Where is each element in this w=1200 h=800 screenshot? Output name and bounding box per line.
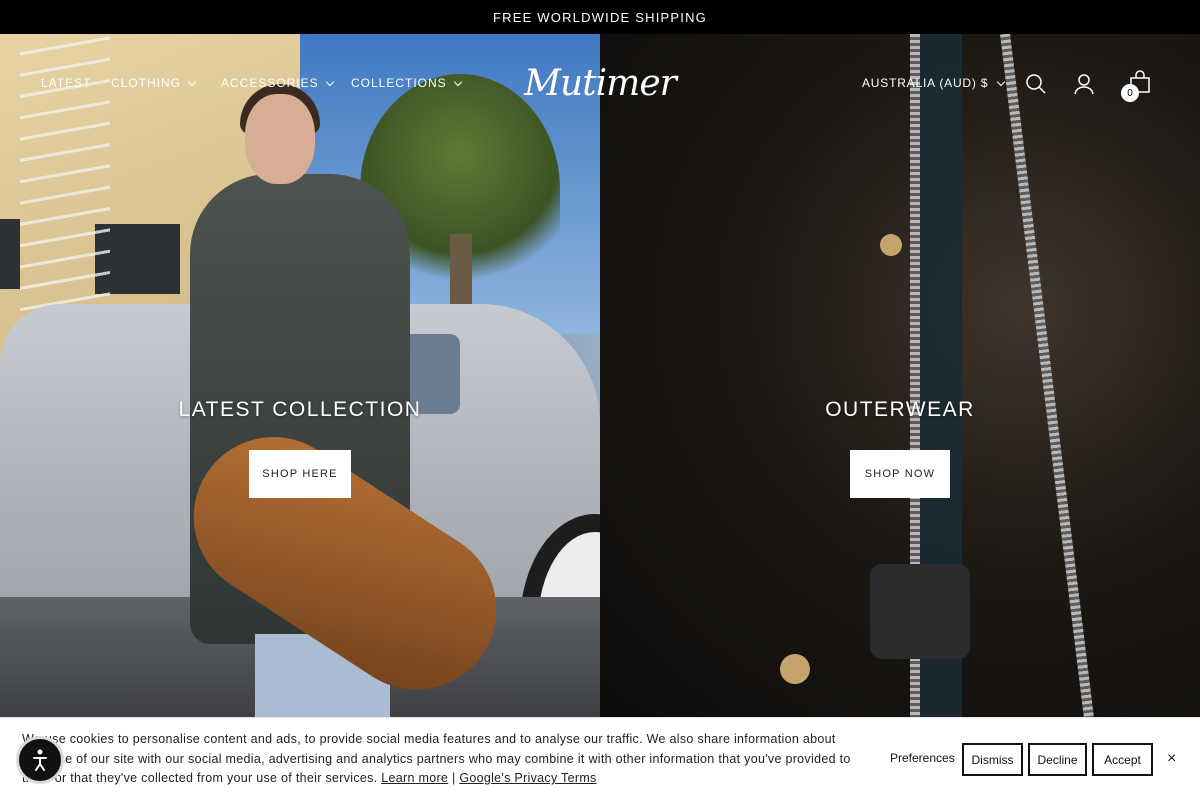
account-icon[interactable] bbox=[1072, 72, 1096, 96]
hero-panel-outerwear[interactable]: OUTERWEAR SHOP NOW bbox=[600, 34, 1200, 717]
hero-content-outerwear: OUTERWEAR SHOP NOW bbox=[600, 398, 1200, 498]
hero-title-outerwear: OUTERWEAR bbox=[825, 398, 975, 421]
link-separator: | bbox=[451, 771, 456, 785]
nav-item-label: LATEST bbox=[41, 76, 92, 90]
brand-logo-text: Mutimer bbox=[524, 62, 677, 104]
chevron-down-icon bbox=[325, 77, 334, 86]
accept-button[interactable]: Accept bbox=[1092, 743, 1153, 776]
nav-item-latest[interactable]: LATEST bbox=[41, 76, 91, 90]
accessibility-icon bbox=[33, 749, 47, 771]
cookie-banner: We use cookies to personalise content an… bbox=[0, 717, 1200, 800]
nav-item-label: CLOTHING bbox=[111, 76, 182, 90]
shop-here-button[interactable]: SHOP HERE bbox=[249, 450, 351, 498]
cookie-text: We use cookies to personalise content an… bbox=[22, 730, 862, 789]
currency-label: AUSTRALIA (AUD) $ bbox=[862, 76, 989, 90]
search-icon[interactable] bbox=[1024, 72, 1048, 96]
hero: LATEST COLLECTION SHOP HERE OUTERWEAR SH… bbox=[0, 34, 1200, 717]
hero-image-window bbox=[0, 219, 20, 289]
preferences-button[interactable]: Preferences bbox=[890, 751, 955, 765]
dismiss-button[interactable]: Dismiss bbox=[962, 743, 1023, 776]
hero-image-belt bbox=[870, 564, 970, 659]
hero-content-latest: LATEST COLLECTION SHOP HERE bbox=[0, 398, 600, 498]
chevron-down-icon bbox=[997, 77, 1006, 86]
nav-item-label: COLLECTIONS bbox=[351, 76, 447, 90]
announcement-bar: FREE WORLDWIDE SHIPPING bbox=[0, 0, 1200, 34]
cart-count-badge: 0 bbox=[1121, 84, 1139, 102]
shop-now-button[interactable]: SHOP NOW bbox=[850, 450, 950, 498]
announcement-text: FREE WORLDWIDE SHIPPING bbox=[493, 9, 707, 25]
nav-item-accessories[interactable]: ACCESSORIES bbox=[221, 76, 334, 90]
hero-title-latest: LATEST COLLECTION bbox=[178, 398, 422, 421]
accessibility-widget-button[interactable] bbox=[16, 736, 64, 784]
decline-button[interactable]: Decline bbox=[1028, 743, 1087, 776]
hero-image-button bbox=[780, 654, 810, 684]
chevron-down-icon bbox=[453, 77, 462, 86]
chevron-down-icon bbox=[187, 77, 197, 86]
close-icon[interactable]: × bbox=[1167, 750, 1176, 768]
currency-selector[interactable]: AUSTRALIA (AUD) $ bbox=[862, 76, 1006, 90]
nav-item-collections[interactable]: COLLECTIONS bbox=[351, 76, 462, 90]
brand-logo[interactable]: Mutimer bbox=[524, 62, 677, 104]
nav-item-label: ACCESSORIES bbox=[221, 76, 319, 90]
hero-image-button bbox=[880, 234, 902, 256]
nav-item-clothing[interactable]: CLOTHING bbox=[111, 76, 197, 90]
privacy-terms-link[interactable]: Google's Privacy Terms bbox=[459, 771, 596, 785]
learn-more-link[interactable]: Learn more bbox=[381, 771, 448, 785]
hero-panel-latest[interactable]: LATEST COLLECTION SHOP HERE bbox=[0, 34, 600, 717]
